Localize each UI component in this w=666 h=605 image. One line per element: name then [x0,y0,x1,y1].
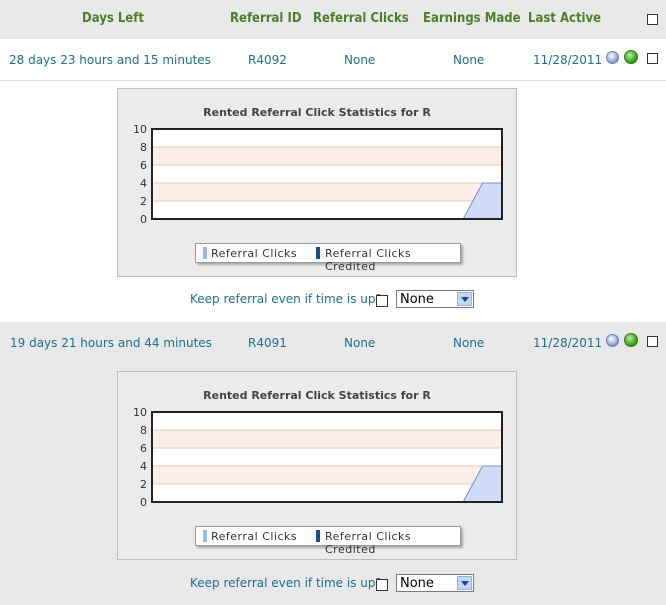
referral-id-cell: R4091 [248,336,287,350]
click-statistics-chart: Rented Referral Click Statistics for R 0… [117,371,517,560]
legend-swatch-referral-clicks-credited [316,530,320,542]
legend-referral-clicks: Referral Clicks [211,247,298,260]
keep-referral-label: Keep referral even if time is up? [190,576,382,590]
keep-referral-checkbox[interactable] [376,295,388,307]
row-checkbox[interactable] [647,53,658,64]
info-icon[interactable] [606,334,619,347]
referral-id-cell: R4092 [248,53,287,67]
legend-referral-clicks: Referral Clicks [211,530,298,543]
legend-referral-clicks-credited: Referral Clicks Credited [325,530,412,556]
legend-swatch-referral-clicks [203,247,207,259]
chart-band [152,412,502,430]
autorenew-select[interactable]: None [396,574,474,592]
chart-band [152,430,502,448]
y-tick-label: 10 [133,406,147,419]
header-days-left[interactable]: Days Left [82,11,144,26]
legend-swatch-referral-clicks [203,530,207,542]
chevron-down-icon[interactable] [457,292,472,306]
recycle-icon[interactable] [624,333,638,347]
chart-band [152,129,502,147]
table-row: 28 days 23 hours and 15 minutes R4092 No… [0,39,666,322]
row-checkbox[interactable] [647,336,658,347]
days-left-cell: 28 days 23 hours and 15 minutes [9,53,211,67]
header-referral-clicks[interactable]: Referral Clicks [313,11,409,26]
y-tick-label: 0 [140,496,147,509]
header-referral-id[interactable]: Referral ID [230,11,302,26]
y-tick-label: 8 [140,141,147,154]
header-earnings-made[interactable]: Earnings Made [423,11,521,26]
y-tick-label: 8 [140,424,147,437]
earnings-made-cell: None [453,53,485,67]
earnings-made-cell: None [453,336,485,350]
autorenew-select[interactable]: None [396,290,474,308]
chart-band [152,448,502,466]
chart-band [152,147,502,165]
keep-referral-checkbox[interactable] [376,579,388,591]
y-tick-label: 6 [140,159,147,172]
chart-legend: Referral Clicks Referral Clicks Credited [195,243,461,273]
recycle-icon[interactable] [624,50,638,64]
y-tick-label: 6 [140,442,147,455]
chevron-down-icon[interactable] [457,576,472,590]
y-tick-label: 0 [140,213,147,226]
last-active-cell: 11/28/2011 [533,53,603,67]
chart-band [152,484,502,502]
select-value: None [400,292,434,307]
chart-legend: Referral Clicks Referral Clicks Credited [195,526,461,556]
legend-swatch-referral-clicks-credited [316,247,320,259]
chart-band [152,466,502,484]
referral-clicks-cell: None [344,336,376,350]
select-all-checkbox[interactable] [647,14,658,25]
info-icon[interactable] [606,51,619,64]
referral-clicks-cell: None [344,53,376,67]
y-tick-label: 2 [140,478,147,491]
chart-band [152,201,502,219]
y-tick-label: 4 [140,177,147,190]
y-tick-label: 10 [133,123,147,136]
click-statistics-chart: Rented Referral Click Statistics for R 0… [117,88,517,277]
last-active-cell: 11/28/2011 [533,336,603,350]
header-last-active[interactable]: Last Active [528,11,601,26]
legend-referral-clicks-credited: Referral Clicks Credited [325,247,412,273]
chart-band [152,165,502,183]
keep-referral-label: Keep referral even if time is up? [190,292,382,306]
y-tick-label: 4 [140,460,147,473]
days-left-cell: 19 days 21 hours and 44 minutes [10,336,212,350]
table-row: 19 days 21 hours and 44 minutes R4091 No… [0,322,666,605]
chart-band [152,183,502,201]
y-tick-label: 2 [140,195,147,208]
table-header: Days Left Referral ID Referral Clicks Ea… [0,0,666,39]
select-value: None [400,576,434,591]
